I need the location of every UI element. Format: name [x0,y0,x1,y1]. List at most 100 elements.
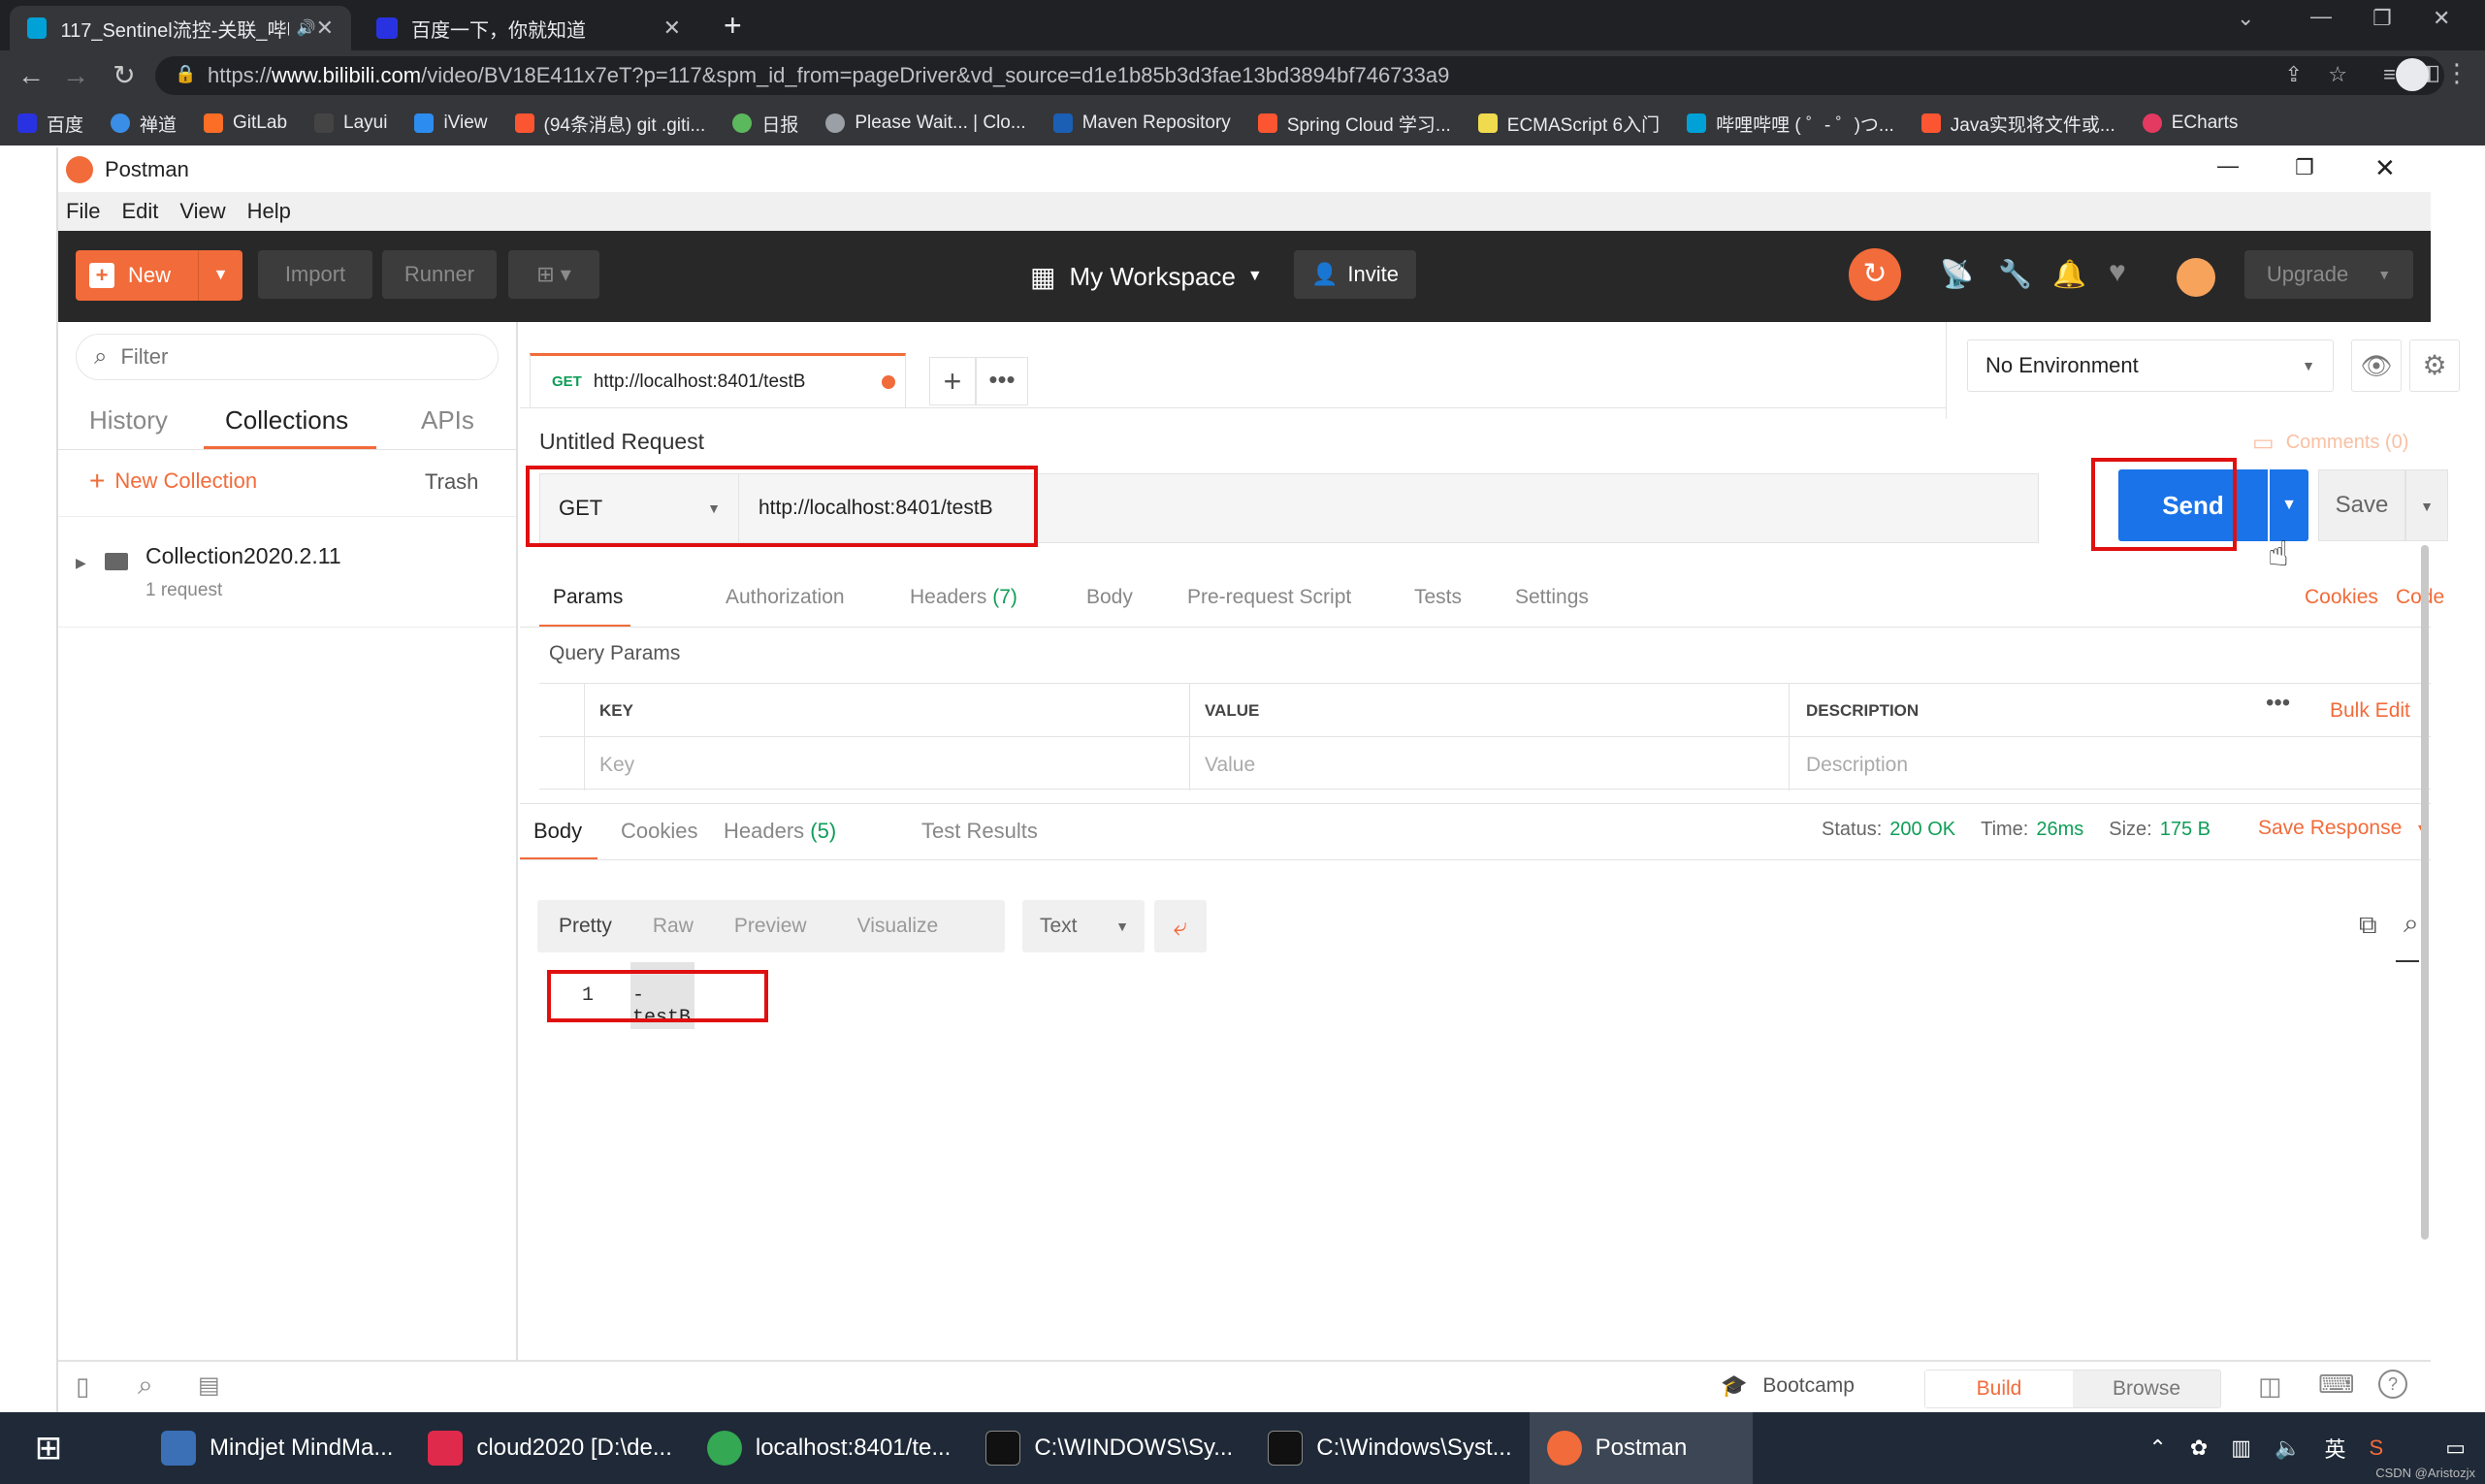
eye-icon[interactable]: 👁 [2351,339,2402,392]
address-bar[interactable]: 🔒 https://www.bilibili.com/video/BV18E41… [155,56,2444,95]
build-toggle[interactable]: Build [1925,1371,2073,1407]
bookmark-item[interactable]: Please Wait... | Clo... [825,113,1026,134]
minimize-icon[interactable]: — [2217,153,2239,178]
view-raw[interactable]: Raw [653,915,694,938]
bookmark-item[interactable]: 禅道 [111,111,177,137]
more-tabs-icon[interactable]: ••• [976,357,1028,405]
speaker-icon[interactable]: 🔊 [297,18,316,38]
bookmark-item[interactable]: 哔哩哔哩 ( ゜- ゜)つ... [1687,111,1894,137]
bulk-edit-link[interactable]: Bulk Edit [2330,699,2410,723]
sync-icon[interactable]: ↻ [1849,248,1901,301]
value-input[interactable]: Value [1205,754,1255,777]
response-tab-headers[interactable]: Headers (5) [724,819,836,844]
menu-file[interactable]: File [66,199,100,224]
reload-icon[interactable]: ↻ [109,60,140,91]
view-pretty[interactable]: Pretty [559,915,612,938]
wrap-lines-icon[interactable]: ⤶ [1154,900,1207,952]
tab-body[interactable]: Body [1086,586,1133,609]
find-icon[interactable]: ⌕ [138,1370,153,1402]
tab-pre-request-script[interactable]: Pre-request Script [1187,586,1351,609]
close-window-icon[interactable]: ✕ [2374,153,2396,183]
keyboard-icon[interactable]: ⌨ [2318,1370,2355,1400]
scrollbar[interactable] [2421,545,2429,1240]
tab-collections[interactable]: Collections [225,405,348,436]
caret-right-icon[interactable]: ▶ [76,555,86,571]
more-options-icon[interactable]: ••• [2266,690,2290,717]
close-tab-icon[interactable]: ✕ [663,16,681,41]
new-tab-button[interactable]: + [929,357,976,405]
save-dropdown-icon[interactable]: ▼ [2405,469,2448,541]
ime-indicator[interactable]: 英 [2325,1433,2346,1464]
description-input[interactable]: Description [1806,754,1908,777]
menu-view[interactable]: View [179,199,225,224]
tab-authorization[interactable]: Authorization [726,586,845,609]
taskbar-item[interactable]: C:\WINDOWS\Sy... [968,1412,1250,1484]
back-icon[interactable]: ← [16,60,47,91]
windows-start-icon[interactable]: ⊞ [0,1412,97,1484]
tab-history[interactable]: History [89,405,168,436]
bookmark-item[interactable]: ECMAScript 6入门 [1477,111,1660,137]
taskbar-item[interactable]: C:\Windows\Syst... [1250,1412,1529,1484]
minimize-icon[interactable]: — [2310,4,2332,29]
new-tab-button[interactable]: + [724,8,742,44]
copy-icon[interactable]: ⧉ [2359,910,2377,941]
status-value[interactable]: 200 OK [1889,819,1955,841]
browser-tab-active[interactable]: 117_Sentinel流控-关联_哔哩 🔊 ✕ [10,6,351,50]
taskbar-item-active[interactable]: Postman [1529,1412,1753,1484]
close-tab-icon[interactable]: ✕ [316,16,334,41]
reading-list-icon[interactable]: ≡ [2383,62,2396,87]
time-value[interactable]: 26ms [2036,819,2083,841]
sogou-icon[interactable]: S [2370,1436,2384,1461]
bookmark-item[interactable]: (94条消息) git .giti... [514,111,705,137]
filter-field[interactable] [120,344,470,370]
bookmark-item[interactable]: Java实现将文件或... [1920,111,2115,137]
tray-app-icon[interactable]: ✿ [2190,1436,2208,1461]
cookies-link[interactable]: Cookies [2305,586,2378,609]
new-dropdown-icon[interactable]: ▼ [198,250,242,301]
browser-tab[interactable]: 百度一下，你就知道 ✕ [359,6,698,50]
bootcamp-button[interactable]: 🎓 Bootcamp [1721,1373,1855,1399]
request-tab[interactable]: GET http://localhost:8401/testB [530,353,906,407]
size-value[interactable]: 175 B [2160,819,2211,841]
new-button[interactable]: + New ▼ [76,250,242,301]
tab-params[interactable]: Params [553,586,623,609]
bookmark-item[interactable]: Spring Cloud 学习... [1257,111,1451,137]
response-tab-cookies[interactable]: Cookies [621,819,697,844]
toggle-sidebar-icon[interactable]: ▯ [76,1371,89,1402]
import-button[interactable]: Import [258,250,372,299]
tab-headers[interactable]: Headers (7) [910,586,1017,609]
taskbar-item[interactable]: cloud2020 [D:\de... [410,1412,689,1484]
browse-toggle[interactable]: Browse [2073,1371,2220,1407]
save-button[interactable]: Save [2318,469,2405,541]
restore-icon[interactable]: ❐ [2372,6,2392,31]
bookmark-item[interactable]: 日报 [732,111,798,137]
view-visualize[interactable]: Visualize [857,915,939,938]
two-pane-icon[interactable]: ◫ [2258,1371,2282,1402]
request-name[interactable]: Untitled Request [539,429,704,455]
menu-edit[interactable]: Edit [121,199,158,224]
close-window-icon[interactable]: ✕ [2433,6,2450,31]
notification-icon[interactable]: ▭ [2445,1436,2466,1461]
taskbar-item[interactable]: Mindjet MindMa... [144,1412,410,1484]
bookmark-item[interactable]: iView [414,113,488,134]
satellite-icon[interactable]: 📡 [1940,258,1974,290]
response-tab-test-results[interactable]: Test Results [921,819,1038,844]
response-tab-body[interactable]: Body [533,819,582,844]
bookmark-star-icon[interactable]: ☆ [2328,62,2347,87]
tab-search-icon[interactable]: ⌄ [2237,6,2254,31]
volume-icon[interactable]: 🔈 [2275,1436,2301,1461]
bell-icon[interactable]: 🔔 [2052,258,2086,290]
gear-icon[interactable]: ⚙ [2409,339,2460,392]
bookmark-item[interactable]: ECharts [2142,113,2238,134]
forward-icon[interactable]: → [60,60,91,91]
collection-item[interactable]: ▶ Collection2020.2.11 1 request [58,518,516,627]
console-icon[interactable]: ▤ [198,1371,220,1400]
save-response-button[interactable]: Save Response▼ [2258,817,2429,840]
menu-help[interactable]: Help [247,199,291,224]
key-input[interactable]: Key [599,754,634,777]
new-collection-button[interactable]: + New Collection [89,466,257,497]
trash-button[interactable]: Trash [425,469,478,495]
profile-avatar[interactable] [2396,58,2429,91]
heart-icon[interactable]: ♥ [2109,256,2126,289]
restore-icon[interactable]: ❐ [2295,155,2314,180]
